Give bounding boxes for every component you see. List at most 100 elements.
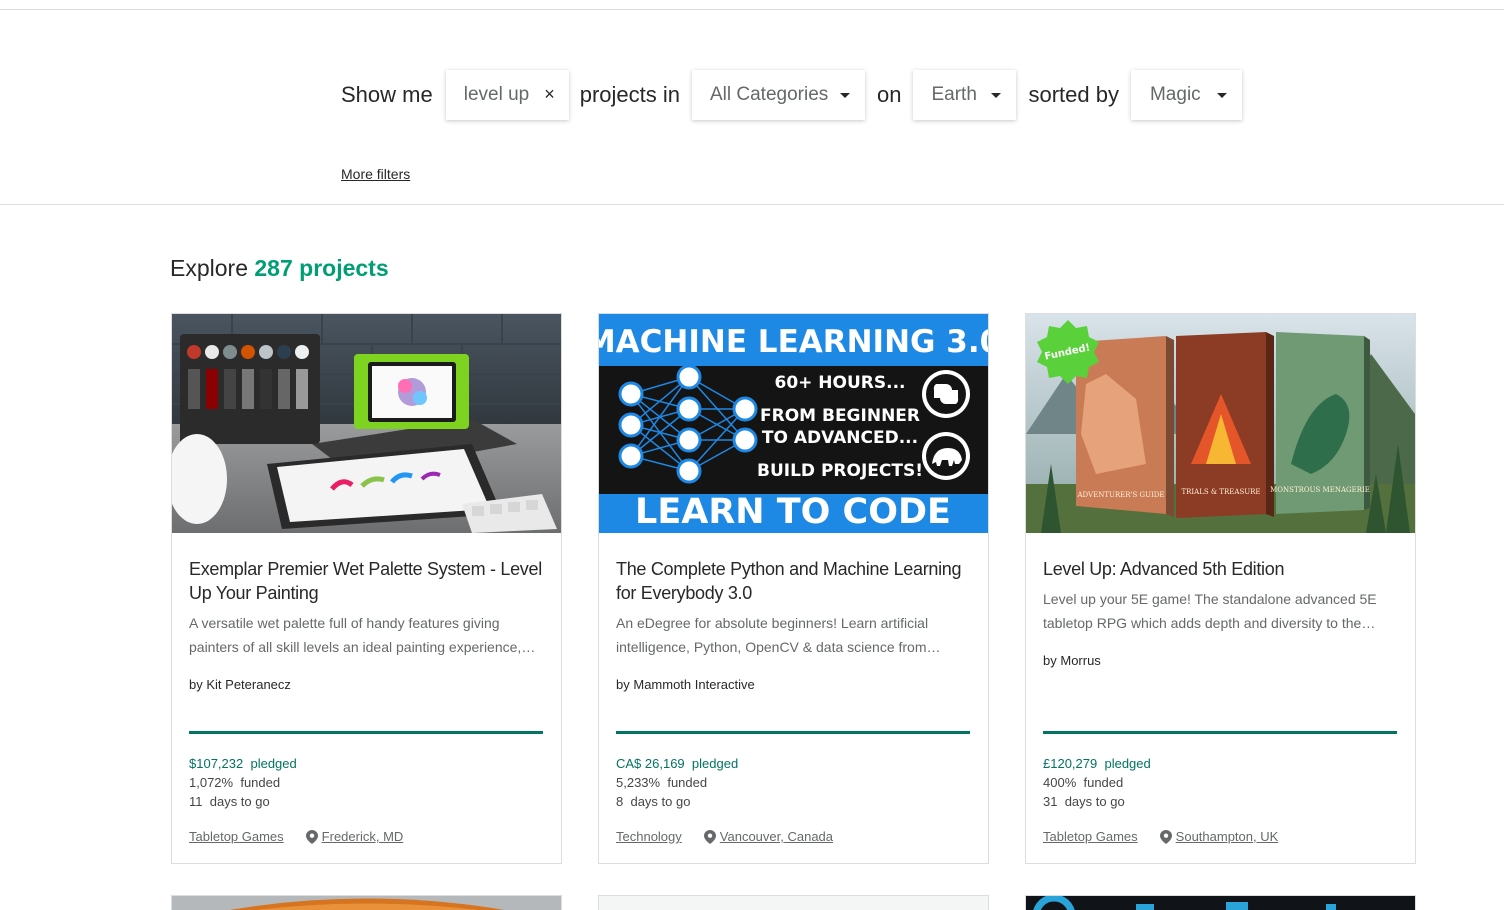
project-card[interactable]: ADVENTURER'S GUIDE TRIALS & TREASURE MON…	[1025, 313, 1416, 864]
days-label: days to go	[209, 794, 270, 809]
filter-label-projects-in: projects in	[579, 82, 680, 107]
location-pin-icon	[703, 829, 716, 844]
filter-label-show-me: Show me	[341, 82, 433, 107]
category-dropdown[interactable]: All Categories	[692, 70, 865, 120]
book-title-2: TRIALS & TREASURE	[1181, 488, 1260, 496]
creator-link[interactable]: Morrus	[1060, 653, 1100, 668]
project-title[interactable]: Level Up: Advanced 5th Edition	[1043, 557, 1403, 581]
funded-percent: 1,072%	[189, 775, 234, 790]
byline-prefix: by	[616, 677, 630, 692]
funding-progress-fill	[1043, 731, 1397, 734]
funding-stats: $107,232 pledged 1,072% funded 11 days t…	[189, 754, 297, 811]
wet-palette-photo	[172, 314, 561, 533]
filter-sentence: Show me level up × projects in All Categ…	[341, 70, 1242, 120]
project-title[interactable]: The Complete Python and Machine Learning…	[616, 557, 976, 605]
sort-dropdown[interactable]: Magic	[1130, 70, 1242, 120]
project-image[interactable]: ADVENTURER'S GUIDE TRIALS & TREASURE MON…	[1026, 314, 1415, 533]
pledged-label: pledged	[1104, 756, 1151, 771]
banner-line-2: FROM BEGINNER	[760, 406, 920, 426]
level-up-books-art: ADVENTURER'S GUIDE TRIALS & TREASURE MON…	[1026, 314, 1415, 533]
project-card[interactable]: Exemplar Premier Wet Palette System - Le…	[171, 313, 562, 864]
project-image[interactable]	[172, 314, 561, 533]
project-card-partial[interactable]	[1025, 895, 1416, 910]
project-card[interactable]: MACHINE LEARNING 3.0 60+ HOURS... FROM B…	[598, 313, 989, 864]
funded-label: funded	[240, 775, 281, 790]
project-image-partial	[1026, 896, 1415, 910]
pledged-amount: $107,232	[189, 756, 244, 771]
byline-prefix: by	[1043, 653, 1057, 668]
project-image-partial	[172, 896, 561, 910]
project-byline: by Kit Peteranecz	[189, 677, 291, 692]
days-remaining: 8	[616, 794, 624, 809]
days-label: days to go	[1064, 794, 1125, 809]
machine-learning-banner: MACHINE LEARNING 3.0 60+ HOURS... FROM B…	[599, 314, 988, 533]
funding-progress-bar	[616, 731, 970, 734]
pledged-label: pledged	[691, 756, 739, 771]
funding-progress-fill	[616, 731, 970, 734]
creator-link[interactable]: Kit Peteranecz	[206, 677, 291, 692]
category-value: All Categories	[710, 84, 829, 105]
location-pin-icon	[1159, 829, 1172, 844]
funding-progress-fill	[189, 731, 543, 734]
funding-stats: CA$ 26,169 pledged 5,233% funded 8 days …	[616, 754, 738, 811]
project-title[interactable]: Exemplar Premier Wet Palette System - Le…	[189, 557, 549, 605]
banner-line-3: TO ADVANCED...	[762, 428, 918, 448]
days-label: days to go	[630, 794, 691, 809]
project-card-partial[interactable]	[171, 895, 562, 910]
pledged-amount: CA$ 26,169	[616, 756, 685, 771]
project-card-partial[interactable]	[598, 895, 989, 910]
book-title-1: ADVENTURER'S GUIDE	[1077, 491, 1165, 499]
funded-label: funded	[667, 775, 708, 790]
location-value: Earth	[931, 84, 977, 105]
results-heading: Explore 287 projects	[170, 255, 389, 282]
pledged-label: pledged	[250, 756, 297, 771]
funding-progress-bar	[1043, 731, 1397, 734]
project-blurb: An eDegree for absolute beginners! Learn…	[616, 615, 929, 655]
byline-prefix: by	[189, 677, 203, 692]
sort-value: Magic	[1149, 84, 1201, 105]
chevron-down-icon	[991, 93, 1002, 98]
banner-line-4: BUILD PROJECTS!	[757, 461, 923, 481]
category-link[interactable]: Tabletop Games	[189, 829, 284, 844]
project-blurb: A versatile wet palette full of handy fe…	[189, 615, 522, 655]
top-divider	[0, 9, 1504, 10]
book-title-3: MONSTROUS MENAGERIE	[1270, 486, 1370, 494]
clear-search-icon[interactable]: ×	[544, 84, 555, 105]
category-link[interactable]: Tabletop Games	[1043, 829, 1138, 844]
results-count: 287 projects	[254, 255, 389, 281]
category-link[interactable]: Technology	[616, 829, 682, 844]
funded-percent: 400%	[1043, 775, 1077, 790]
more-filters-link[interactable]: More filters	[341, 166, 410, 182]
days-remaining: 31	[1043, 794, 1058, 809]
project-image[interactable]: MACHINE LEARNING 3.0 60+ HOURS... FROM B…	[599, 314, 988, 533]
creator-link[interactable]: Mammoth Interactive	[633, 677, 754, 692]
project-meta: Tabletop Games Frederick, MD	[189, 829, 403, 844]
funding-progress-bar	[189, 731, 543, 734]
results-heading-prefix: Explore	[170, 255, 248, 281]
search-term-value: level up	[463, 84, 530, 105]
filter-label-on: on	[877, 82, 902, 107]
banner-headline: MACHINE LEARNING 3.0	[599, 324, 988, 360]
funding-stats: £120,279 pledged 400% funded 31 days to …	[1043, 754, 1151, 811]
chevron-down-icon	[840, 93, 850, 98]
banner-footer: LEARN TO CODE	[635, 492, 951, 532]
location-pin-icon	[305, 829, 318, 844]
location-link[interactable]: Frederick, MD	[322, 829, 404, 844]
project-meta: Tabletop Games Southampton, UK	[1043, 829, 1278, 844]
project-byline: by Morrus	[1043, 653, 1101, 668]
location-link[interactable]: Vancouver, Canada	[720, 829, 833, 844]
days-remaining: 11	[189, 794, 203, 809]
banner-line-1: 60+ HOURS...	[774, 373, 905, 393]
filter-label-sorted-by: sorted by	[1028, 82, 1119, 107]
filter-divider	[0, 204, 1504, 205]
project-blurb: Level up your 5E game! The standalone ad…	[1043, 591, 1377, 631]
funded-label: funded	[1083, 775, 1124, 790]
location-link[interactable]: Southampton, UK	[1176, 829, 1279, 844]
project-meta: Technology Vancouver, Canada	[616, 829, 833, 844]
funded-percent: 5,233%	[616, 775, 661, 790]
location-dropdown[interactable]: Earth	[913, 70, 1017, 120]
pledged-amount: £120,279	[1043, 756, 1098, 771]
search-term-pill[interactable]: level up ×	[445, 70, 569, 120]
chevron-down-icon	[1216, 93, 1227, 98]
project-byline: by Mammoth Interactive	[616, 677, 755, 692]
